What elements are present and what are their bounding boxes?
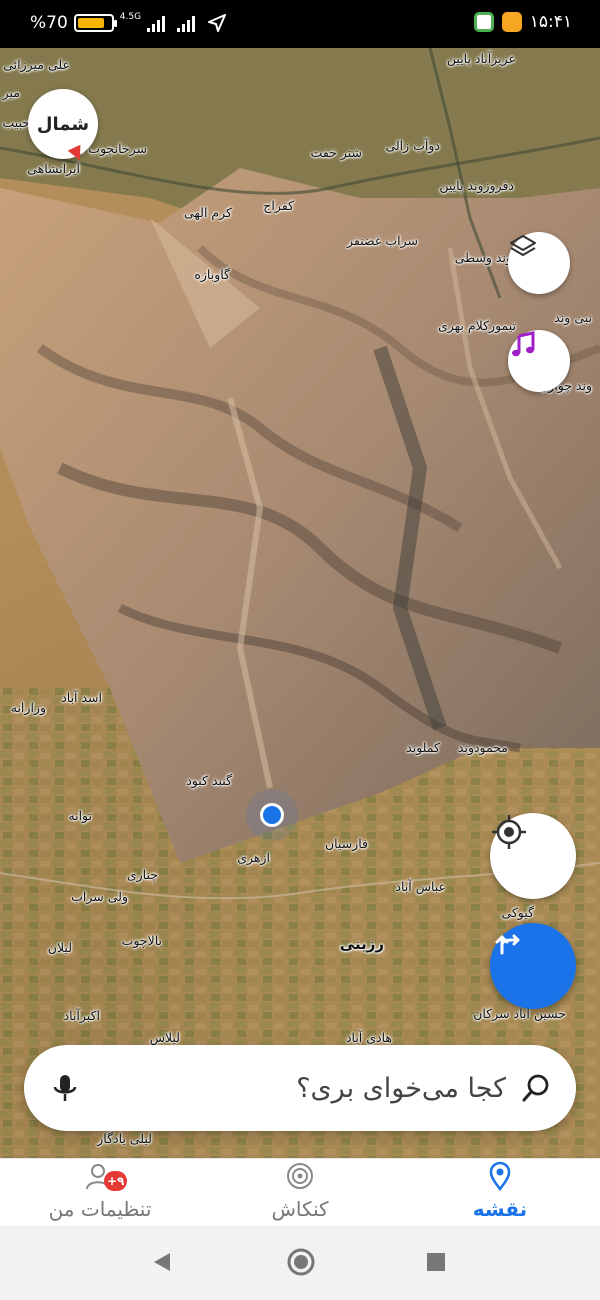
- tab-label: تنظیمات من: [48, 1197, 152, 1221]
- recents-icon[interactable]: [424, 1250, 448, 1274]
- place-label[interactable]: تیمورکلام بهری: [438, 318, 516, 333]
- my-location-icon: [492, 815, 526, 849]
- place-label[interactable]: کملوند: [406, 740, 440, 755]
- place-label[interactable]: دوآب زالی: [385, 138, 440, 153]
- place-label[interactable]: سراب غضنفر: [347, 233, 418, 248]
- battery-percent: %70: [30, 13, 68, 33]
- signal-icon: [177, 14, 196, 32]
- back-icon[interactable]: [150, 1250, 174, 1274]
- explore-icon: [287, 1163, 313, 1189]
- tab-map[interactable]: نقشه: [400, 1159, 600, 1227]
- place-label[interactable]: کرم الهی: [184, 205, 232, 220]
- place-label[interactable]: نبی وند: [554, 310, 592, 325]
- place-label[interactable]: بالاچوب: [122, 933, 162, 948]
- place-label[interactable]: ازهری: [237, 850, 270, 865]
- place-label[interactable]: لیلان: [48, 940, 72, 955]
- network-type: 4.5G: [119, 12, 142, 22]
- compass-label: شمال: [36, 113, 90, 135]
- tab-settings[interactable]: +۹ تنظیمات من: [0, 1159, 200, 1227]
- place-label[interactable]: لیلاس: [150, 1030, 180, 1045]
- place-label[interactable]: شتر خفت: [311, 145, 362, 160]
- location-arrow-icon: [208, 14, 227, 32]
- app-icon: [473, 12, 494, 32]
- place-label[interactable]: کفراج: [263, 198, 294, 213]
- place-label[interactable]: گیوکی: [501, 905, 534, 920]
- compass-button[interactable]: شمال: [28, 89, 98, 164]
- location-pin-icon: [489, 1161, 511, 1191]
- app-icon: [501, 12, 522, 32]
- place-label[interactable]: ایرانشاهی: [27, 161, 80, 176]
- place-label[interactable]: گاوبازه: [194, 267, 230, 282]
- layers-button[interactable]: [508, 232, 570, 294]
- navigation-button[interactable]: [490, 923, 576, 1009]
- microphone-icon[interactable]: [48, 1071, 82, 1105]
- search-bar[interactable]: کجا می‌خوای بری؟: [24, 1045, 576, 1131]
- place-label[interactable]: دفروزوند پایین: [439, 178, 514, 193]
- app-screen: %70 4.5G ۱۵:۴۱ علی میرزائی میر حبیب عزیز…: [0, 0, 600, 1300]
- place-label[interactable]: اکبرآباد: [64, 1008, 100, 1023]
- tab-label: نقشه: [472, 1197, 528, 1221]
- place-label[interactable]: وند وسطی: [455, 250, 512, 265]
- place-label[interactable]: وزارانه: [11, 700, 46, 715]
- music-button[interactable]: [508, 330, 570, 392]
- place-label[interactable]: عباس آباد: [395, 879, 446, 894]
- home-icon[interactable]: [286, 1247, 316, 1277]
- clock: ۱۵:۴۱: [529, 12, 572, 32]
- notification-badge: +۹: [104, 1171, 128, 1191]
- place-label[interactable]: توانه: [68, 808, 92, 823]
- battery-icon: [73, 14, 117, 32]
- place-label[interactable]: رزینی: [340, 935, 384, 953]
- tab-explore[interactable]: کنکاش: [200, 1159, 400, 1227]
- place-label[interactable]: لیلی یادگار: [97, 1131, 152, 1146]
- my-location-button[interactable]: [490, 813, 576, 899]
- place-label[interactable]: حبیب: [2, 115, 30, 130]
- place-label[interactable]: گنبد کبود: [186, 773, 232, 788]
- search-icon[interactable]: [520, 1072, 552, 1104]
- place-label[interactable]: چناری: [127, 867, 158, 882]
- map-view[interactable]: علی میرزائی میر حبیب عزیزآباد پایین سرخا…: [0, 48, 600, 1158]
- place-label[interactable]: عزیزآباد پایین: [447, 51, 516, 66]
- place-label[interactable]: فارسیان: [325, 836, 368, 851]
- place-label[interactable]: محمودوند: [458, 740, 508, 755]
- status-bar: %70 4.5G ۱۵:۴۱: [0, 0, 600, 48]
- place-label[interactable]: حسین آباد سرکان: [473, 1006, 566, 1021]
- navigation-icon: [495, 934, 520, 955]
- music-icon: [512, 331, 535, 357]
- system-nav-bar: [0, 1226, 600, 1300]
- signal-icon: [147, 14, 166, 32]
- tab-label: کنکاش: [271, 1197, 329, 1221]
- layers-icon: [510, 235, 536, 256]
- place-label[interactable]: هادی آباد: [346, 1030, 392, 1045]
- place-label[interactable]: علی میرزائی: [3, 57, 70, 72]
- search-input[interactable]: کجا می‌خوای بری؟: [82, 1073, 520, 1104]
- current-location-marker: [260, 803, 284, 827]
- bottom-tab-bar: +۹ تنظیمات من کنکاش نقشه: [0, 1158, 600, 1226]
- place-label[interactable]: میر: [3, 85, 20, 100]
- place-label[interactable]: اسد آباد: [61, 690, 102, 705]
- place-label[interactable]: ولی سراب: [71, 889, 128, 904]
